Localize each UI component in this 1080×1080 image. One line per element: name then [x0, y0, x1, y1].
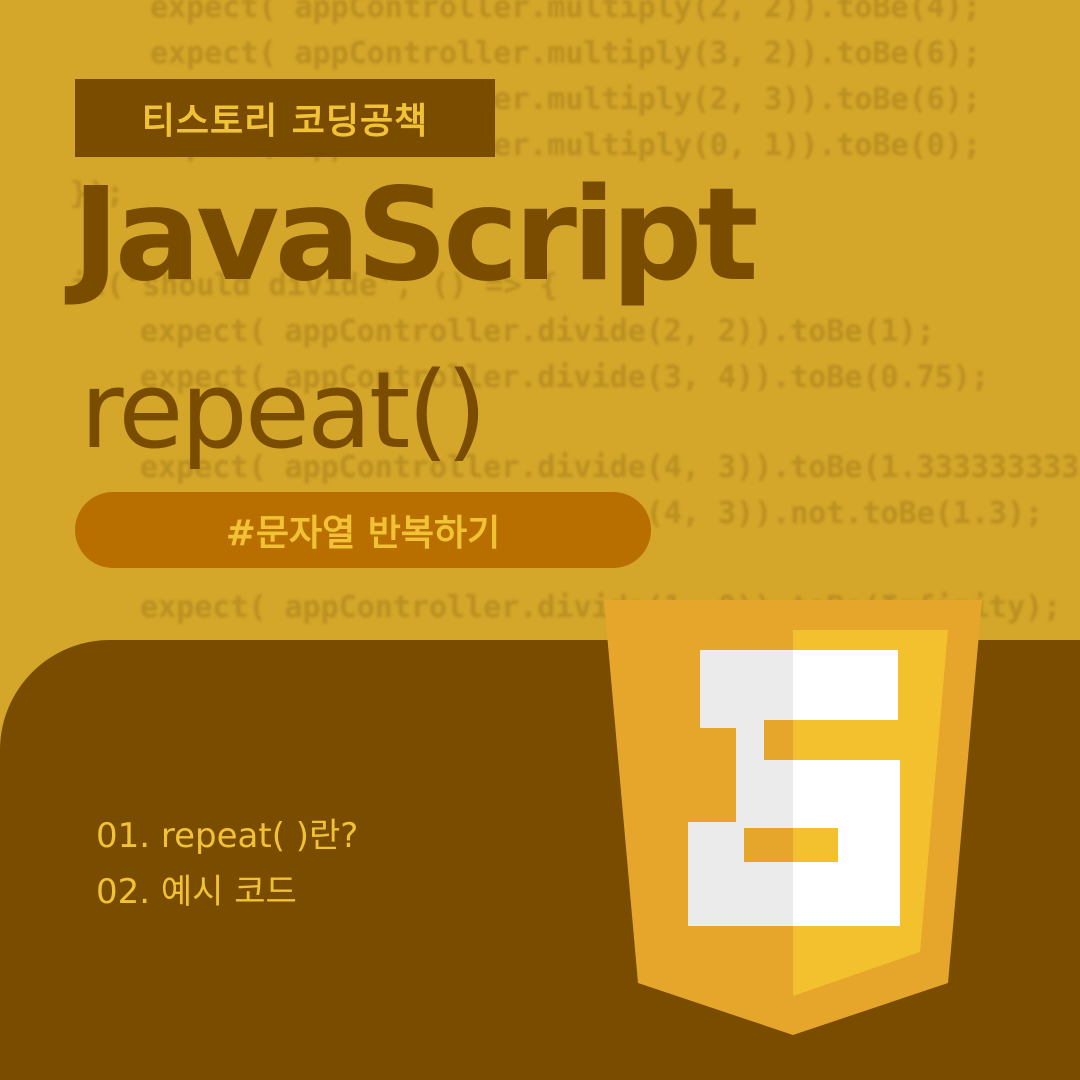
toc-item-2: 02. 예시 코드	[96, 872, 297, 912]
blog-badge: 티스토리 코딩공책	[75, 79, 495, 157]
table-of-contents: 01. repeat( )란? 02. 예시 코드	[96, 808, 358, 920]
hashtag-pill: #문자열 반복하기	[75, 492, 651, 568]
toc-item-1: 01. repeat( )란?	[96, 816, 359, 856]
code-line: expect( appController.divide(2, 2)).toBe…	[140, 314, 935, 349]
hashtag-label: #문자열 반복하기	[225, 513, 501, 554]
html5-shield-icon	[604, 600, 982, 1035]
page-title: JavaScript	[72, 161, 759, 310]
glyph-five-right	[793, 650, 900, 926]
code-line: expect( appController.multiply(2, 2)).to…	[150, 0, 981, 25]
blog-badge-label: 티스토리 코딩공책	[141, 101, 429, 142]
thumbnail-canvas: expect( appController.multiply(2, 2)).to…	[0, 0, 1080, 1080]
code-line: expect( appController.multiply(3, 2)).to…	[150, 36, 981, 71]
method-subtitle: repeat()	[80, 349, 487, 472]
